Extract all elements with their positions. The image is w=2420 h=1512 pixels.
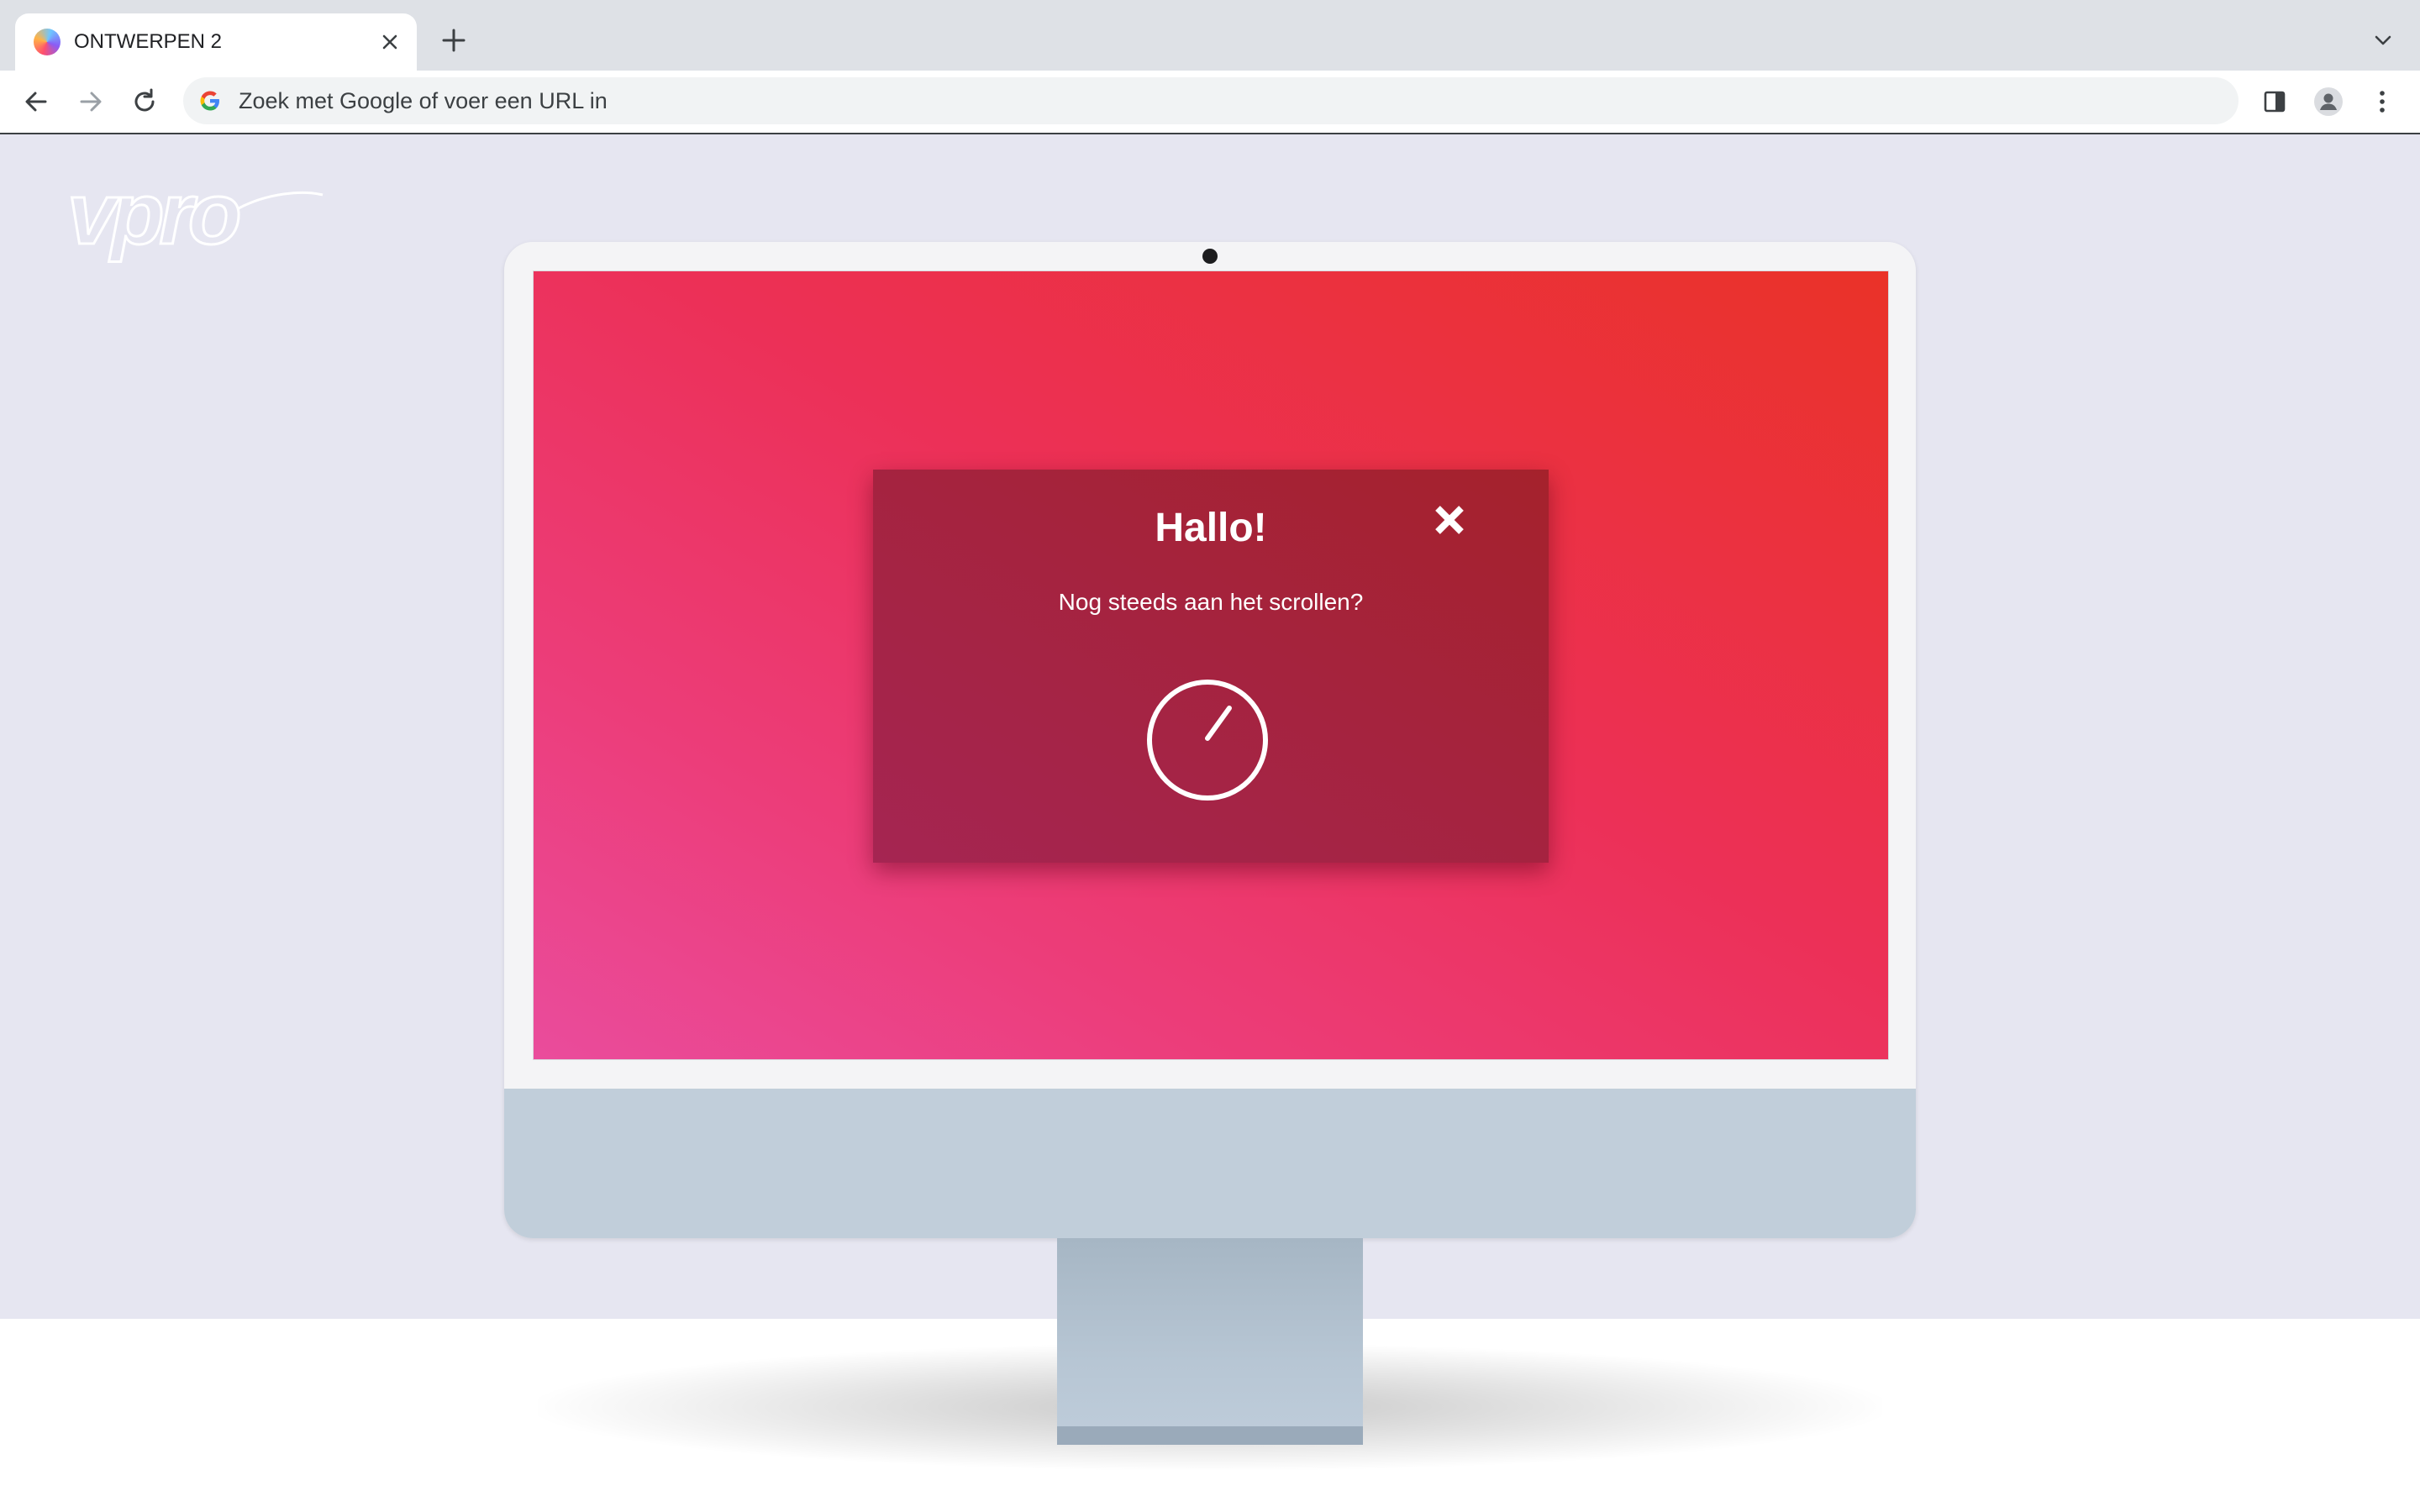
google-icon xyxy=(200,91,219,111)
chevron-down-icon[interactable] xyxy=(2370,27,2396,54)
back-arrow-icon[interactable] xyxy=(20,86,52,118)
vpro-logo-text: vpro xyxy=(67,175,239,263)
imac-display: Hallo! Nog steeds aan het scrollen? xyxy=(504,242,1916,1238)
tab-close-icon[interactable] xyxy=(376,29,403,55)
profile-avatar-icon[interactable] xyxy=(2312,86,2344,118)
reload-icon[interactable] xyxy=(129,86,160,118)
more-menu-icon[interactable] xyxy=(2366,86,2398,118)
imac-chin xyxy=(504,1089,1916,1238)
omnibox-placeholder: Zoek met Google of voer een URL in xyxy=(239,88,608,113)
side-panel-icon[interactable] xyxy=(2259,86,2291,118)
close-icon[interactable] xyxy=(1431,501,1468,538)
browser-tab[interactable]: ONTWERPEN 2 xyxy=(15,13,417,71)
modal-message: Nog steeds aan het scrollen? xyxy=(1058,589,1364,615)
tab-favicon-icon xyxy=(34,29,60,55)
timer-icon xyxy=(1147,680,1268,801)
forward-arrow-icon[interactable] xyxy=(75,86,107,118)
tab-title: ONTWERPEN 2 xyxy=(74,30,223,53)
browser-toolbar: Zoek met Google of voer een URL in xyxy=(0,71,2420,134)
page-content: vpro Hallo! Nog steeds aan het scrollen? xyxy=(0,134,2420,1512)
imac-screen: Hallo! Nog steeds aan het scrollen? xyxy=(533,270,1889,1060)
imac-stand xyxy=(1057,1238,1363,1445)
address-bar[interactable]: Zoek met Google of voer een URL in xyxy=(183,77,2238,124)
camera-dot xyxy=(1202,249,1218,264)
imac-stand-base xyxy=(1057,1426,1363,1445)
tab-strip: ONTWERPEN 2 xyxy=(0,0,2420,71)
vpro-logo[interactable]: vpro xyxy=(66,175,326,267)
scroll-reminder-modal: Hallo! Nog steeds aan het scrollen? xyxy=(873,470,1549,863)
new-tab-icon[interactable] xyxy=(439,25,469,55)
